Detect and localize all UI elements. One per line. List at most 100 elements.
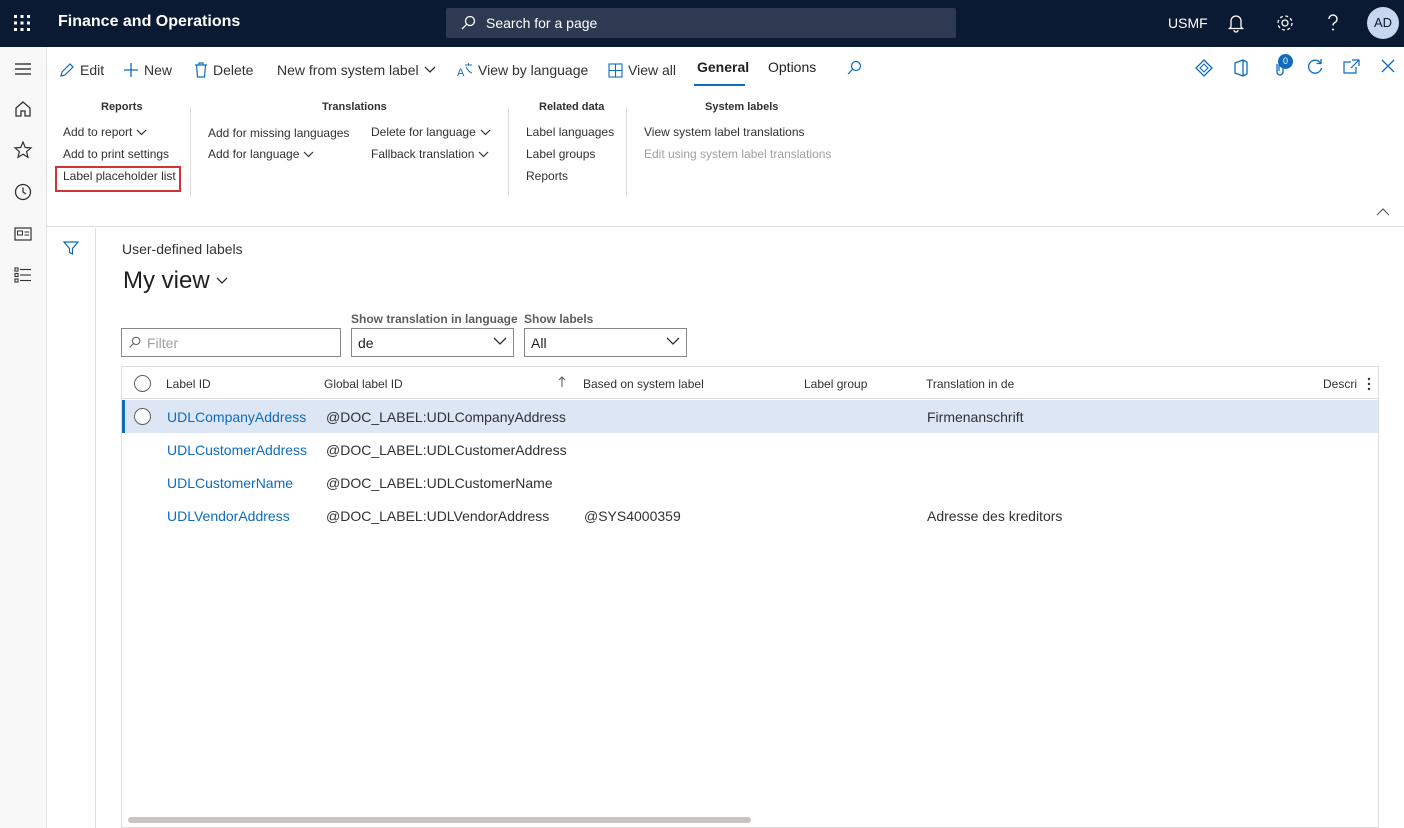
workspaces-icon[interactable] bbox=[12, 223, 34, 245]
new-from-system-label-label: New from system label bbox=[277, 62, 419, 78]
search-icon bbox=[461, 15, 476, 30]
delete-button[interactable]: Delete bbox=[194, 59, 253, 81]
home-icon[interactable] bbox=[12, 98, 34, 120]
app-launcher-icon[interactable] bbox=[12, 13, 32, 33]
filter-input[interactable]: Filter bbox=[121, 328, 341, 357]
system-labels-group-title: System labels bbox=[705, 101, 779, 113]
search-icon bbox=[129, 336, 141, 348]
chevron-down-icon bbox=[478, 151, 489, 157]
global-label-id-cell: @DOC_LABEL:UDLCustomerName bbox=[326, 475, 553, 491]
fallback-translation-button[interactable]: Fallback translation bbox=[371, 147, 489, 161]
grid-view-icon bbox=[608, 62, 623, 78]
column-header-label-id[interactable]: Label ID bbox=[166, 377, 211, 391]
add-to-report-button[interactable]: Add to report bbox=[63, 125, 147, 139]
navigation-rail bbox=[0, 47, 47, 828]
page-search-box[interactable]: Search for a page bbox=[446, 8, 956, 38]
app-title[interactable]: Finance and Operations bbox=[58, 13, 240, 31]
grid-header: Label ID Global label ID Based on system… bbox=[122, 367, 1378, 399]
chevron-down-icon bbox=[493, 337, 507, 345]
language-select[interactable]: de bbox=[351, 328, 514, 357]
filter-pane-column bbox=[47, 228, 96, 828]
table-row[interactable]: UDLCustomerAddress @DOC_LABEL:UDLCustome… bbox=[122, 433, 1378, 466]
refresh-icon[interactable] bbox=[1306, 58, 1324, 76]
bell-icon[interactable] bbox=[1227, 13, 1245, 33]
view-selector[interactable]: My view bbox=[123, 267, 228, 295]
table-row[interactable]: UDLCustomerName @DOC_LABEL:UDLCustomerNa… bbox=[122, 466, 1378, 499]
company-picker[interactable]: USMF bbox=[1168, 15, 1208, 31]
chevron-down-icon bbox=[666, 337, 680, 345]
view-by-language-label: View by language bbox=[478, 62, 589, 78]
gear-icon[interactable] bbox=[1275, 13, 1295, 33]
label-languages-button[interactable]: Label languages bbox=[526, 125, 614, 139]
label-id-link[interactable]: UDLCustomerName bbox=[167, 475, 293, 491]
row-select-radio[interactable] bbox=[134, 408, 151, 425]
show-labels-select[interactable]: All bbox=[524, 328, 687, 357]
column-header-global-label-id[interactable]: Global label ID bbox=[324, 377, 403, 391]
reports-group-title: Reports bbox=[101, 101, 143, 113]
action-pane: Edit New Delete New from system label A … bbox=[47, 47, 1404, 227]
chevron-down-icon bbox=[216, 277, 228, 284]
add-to-report-label: Add to report bbox=[63, 125, 133, 139]
filter-icon[interactable] bbox=[63, 240, 79, 256]
add-for-language-button[interactable]: Add for language bbox=[208, 147, 314, 161]
pencil-icon bbox=[60, 63, 74, 77]
edit-button[interactable]: Edit bbox=[59, 59, 104, 81]
group-divider bbox=[508, 107, 509, 197]
label-id-link[interactable]: UDLCompanyAddress bbox=[167, 409, 306, 425]
page-caption: User-defined labels bbox=[122, 241, 243, 257]
view-system-label-translations-button[interactable]: View system label translations bbox=[644, 125, 805, 139]
chevron-down-icon bbox=[303, 151, 314, 157]
view-all-label: View all bbox=[628, 62, 676, 78]
action-search-icon[interactable] bbox=[846, 60, 862, 76]
help-icon[interactable] bbox=[1325, 13, 1341, 33]
column-header-description[interactable]: Descri bbox=[1323, 377, 1361, 391]
delete-label: Delete bbox=[213, 62, 254, 78]
avatar[interactable]: AD bbox=[1367, 7, 1399, 39]
favorites-star-icon[interactable] bbox=[12, 139, 34, 161]
tab-general[interactable]: General bbox=[697, 59, 749, 75]
label-id-link[interactable]: UDLCustomerAddress bbox=[167, 442, 307, 458]
tab-options[interactable]: Options bbox=[768, 59, 816, 75]
attachment-count-badge: 0 bbox=[1278, 54, 1293, 69]
table-row[interactable]: UDLVendorAddress @DOC_LABEL:UDLVendorAdd… bbox=[122, 499, 1378, 532]
group-divider bbox=[626, 107, 627, 197]
recent-clock-icon[interactable] bbox=[12, 181, 34, 203]
related-data-group-title: Related data bbox=[539, 101, 605, 113]
column-header-translation[interactable]: Translation in de bbox=[926, 377, 1014, 391]
new-button[interactable]: New bbox=[123, 59, 172, 81]
new-from-system-label-button[interactable]: New from system label bbox=[277, 59, 436, 81]
open-new-window-icon[interactable] bbox=[1342, 59, 1360, 75]
horizontal-scrollbar[interactable] bbox=[128, 817, 751, 823]
view-by-language-button[interactable]: A View by language bbox=[457, 59, 588, 81]
top-bar: Finance and Operations Search for a page… bbox=[0, 0, 1404, 47]
collapse-ribbon-icon[interactable] bbox=[1376, 207, 1390, 216]
delete-for-language-button[interactable]: Delete for language bbox=[371, 125, 491, 139]
close-icon[interactable] bbox=[1381, 59, 1395, 73]
column-header-based-on-system-label[interactable]: Based on system label bbox=[583, 377, 704, 391]
power-apps-icon[interactable] bbox=[1195, 59, 1213, 77]
view-all-button[interactable]: View all bbox=[608, 59, 676, 81]
office-icon[interactable] bbox=[1233, 59, 1249, 77]
reports-button[interactable]: Reports bbox=[526, 169, 568, 183]
label-groups-button[interactable]: Label groups bbox=[526, 147, 595, 161]
more-options-icon[interactable] bbox=[1367, 377, 1371, 391]
sort-ascending-icon bbox=[558, 376, 566, 387]
select-all-radio[interactable] bbox=[134, 375, 151, 392]
language-value: de bbox=[358, 335, 374, 351]
translations-group-title: Translations bbox=[322, 101, 387, 113]
label-id-link[interactable]: UDLVendorAddress bbox=[167, 508, 290, 524]
chevron-down-icon bbox=[480, 129, 491, 135]
hamburger-menu-icon[interactable] bbox=[12, 58, 34, 80]
show-labels-field-label: Show labels bbox=[524, 312, 594, 326]
global-label-id-cell: @DOC_LABEL:UDLVendorAddress bbox=[326, 508, 550, 524]
modules-list-icon[interactable] bbox=[12, 264, 34, 286]
add-for-missing-languages-button[interactable]: Add for missing languages bbox=[208, 126, 349, 140]
translate-icon: A bbox=[457, 63, 473, 78]
column-header-label-group[interactable]: Label group bbox=[804, 377, 867, 391]
add-to-print-settings-button[interactable]: Add to print settings bbox=[63, 147, 169, 161]
table-row[interactable]: UDLCompanyAddress @DOC_LABEL:UDLCompanyA… bbox=[122, 400, 1378, 433]
plus-icon bbox=[124, 63, 138, 77]
new-label: New bbox=[144, 62, 173, 78]
chevron-down-icon bbox=[424, 66, 436, 73]
system-label-cell: @SYS4000359 bbox=[584, 508, 681, 524]
